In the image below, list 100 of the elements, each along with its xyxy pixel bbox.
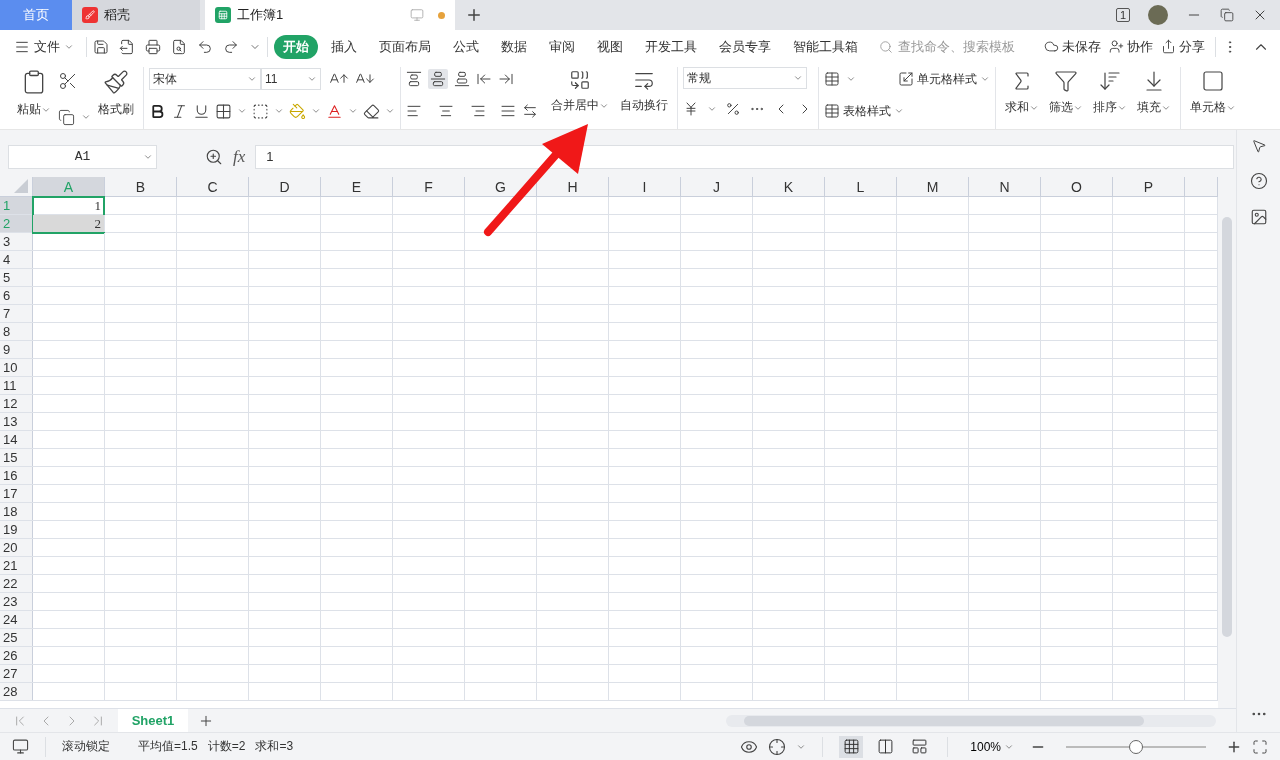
ribbon-tool-button[interactable]: 填充	[1133, 67, 1175, 118]
row-header[interactable]: 28	[0, 683, 33, 700]
picture-tool-icon[interactable]	[1249, 208, 1268, 226]
zoom-slider-thumb[interactable]	[1129, 739, 1143, 754]
cloud-icon[interactable]	[1044, 39, 1059, 54]
align-top-icon[interactable]	[406, 71, 422, 87]
align-right-icon[interactable]	[470, 103, 486, 119]
scissors-icon[interactable]	[58, 71, 78, 91]
zoom-level[interactable]: 100%	[964, 738, 1020, 755]
row-header[interactable]: 22	[0, 575, 33, 592]
table-cell[interactable]: 2	[33, 215, 104, 232]
row-header[interactable]: 3	[0, 233, 33, 250]
row-header[interactable]: 11	[0, 377, 33, 394]
row-header[interactable]: 14	[0, 431, 33, 448]
ribbon-tab[interactable]: 页面布局	[370, 34, 440, 59]
align-middle-icon[interactable]	[430, 71, 446, 87]
column-header[interactable]: G	[465, 177, 537, 196]
align-left-icon[interactable]	[406, 103, 422, 119]
cell-icon[interactable]	[1201, 69, 1225, 93]
bold-icon[interactable]	[149, 102, 166, 120]
normal-view-button[interactable]	[839, 735, 864, 758]
column-header[interactable]: O	[1041, 177, 1113, 196]
ribbon-tab[interactable]: 数据	[492, 34, 536, 59]
toolbar-action[interactable]: 分享	[1157, 37, 1209, 56]
underline-icon[interactable]	[193, 102, 210, 120]
export-icon[interactable]	[119, 38, 135, 55]
cells-button[interactable]: 单元格	[1186, 67, 1240, 118]
row-header[interactable]: 27	[0, 665, 33, 682]
ribbon-tool-button[interactable]: 筛选	[1045, 67, 1087, 118]
paintbrush-icon[interactable]	[103, 69, 129, 95]
row-header[interactable]: 4	[0, 251, 33, 268]
row-header[interactable]: 9	[0, 341, 33, 358]
redo-icon[interactable]	[223, 38, 239, 55]
ribbon-tab[interactable]: 会员专享	[710, 34, 780, 59]
cell-style-icon[interactable]	[898, 71, 914, 87]
font-size-field[interactable]: 11	[261, 68, 321, 90]
italic-icon[interactable]	[171, 102, 188, 120]
toolbar-action[interactable]: 协作	[1105, 37, 1157, 56]
add-user-icon[interactable]	[1109, 39, 1124, 54]
window-count[interactable]: 1	[1115, 8, 1130, 22]
fx-label[interactable]: fx	[233, 146, 246, 167]
font-color-icon[interactable]	[326, 102, 343, 120]
distribute-icon[interactable]	[522, 103, 538, 119]
row-header[interactable]: 20	[0, 539, 33, 556]
row-header[interactable]: 12	[0, 395, 33, 412]
column-header[interactable]: I	[609, 177, 681, 196]
percent-icon[interactable]	[725, 101, 741, 117]
ribbon-tab[interactable]: 审阅	[540, 34, 584, 59]
save-icon[interactable]	[93, 38, 109, 55]
row-header[interactable]: 13	[0, 413, 33, 430]
align-bottom-icon[interactable]	[454, 71, 470, 87]
zoom-icon[interactable]	[205, 147, 223, 166]
row-header[interactable]: 10	[0, 359, 33, 376]
share-icon[interactable]	[1161, 39, 1176, 54]
copy-icon[interactable]	[58, 108, 75, 126]
search-field[interactable]: 查找命令、搜索模板	[879, 38, 1028, 55]
avatar-icon[interactable]	[1148, 5, 1168, 25]
column-header[interactable]: H	[537, 177, 609, 196]
toolbar-action[interactable]: 未保存	[1040, 37, 1105, 56]
cell-format-icon[interactable]	[252, 102, 269, 120]
column-header[interactable]: N	[969, 177, 1041, 196]
row-header[interactable]: 17	[0, 485, 33, 502]
row-header[interactable]: 24	[0, 611, 33, 628]
ribbon-tab[interactable]: 视图	[588, 34, 632, 59]
ribbon-tool-button[interactable]: 排序	[1089, 67, 1131, 118]
filter-icon[interactable]	[1054, 69, 1078, 93]
number-format-field[interactable]: 常规	[683, 67, 807, 89]
row-header[interactable]: 25	[0, 629, 33, 646]
undo-icon[interactable]	[197, 38, 213, 55]
column-header[interactable]: E	[321, 177, 393, 196]
increase-indent-icon[interactable]	[498, 71, 514, 87]
ribbon-tab[interactable]: 智能工具箱	[784, 34, 867, 59]
column-header[interactable]: F	[393, 177, 465, 196]
new-tab-icon[interactable]	[465, 6, 483, 24]
row-header[interactable]: 23	[0, 593, 33, 610]
merge-cells-icon[interactable]	[569, 69, 591, 91]
column-header[interactable]: P	[1113, 177, 1185, 196]
document-tab[interactable]: 稻壳	[72, 0, 200, 30]
column-header[interactable]: M	[897, 177, 969, 196]
justify-icon[interactable]	[500, 103, 516, 119]
help-icon[interactable]	[1249, 172, 1268, 190]
fill-color-icon[interactable]	[289, 102, 306, 120]
horizontal-scrollbar[interactable]	[726, 714, 1216, 727]
align-center-icon[interactable]	[438, 103, 454, 119]
column-header[interactable]: C	[177, 177, 249, 196]
file-menu[interactable]: 文件	[10, 37, 80, 56]
column-header[interactable]: D	[249, 177, 321, 196]
column-header[interactable]: B	[105, 177, 177, 196]
print-preview-icon[interactable]	[171, 38, 187, 55]
decrease-indent-icon[interactable]	[476, 71, 492, 87]
row-header[interactable]: 26	[0, 647, 33, 664]
row-header[interactable]: 18	[0, 503, 33, 520]
column-header[interactable]: J	[681, 177, 753, 196]
formula-field[interactable]: 1	[255, 144, 1234, 169]
paste-button[interactable]: 粘贴	[13, 67, 55, 120]
name-box[interactable]: A1	[8, 144, 157, 169]
row-header[interactable]: 19	[0, 521, 33, 538]
merge-center-button[interactable]: 合并居中	[547, 67, 613, 116]
restore-icon[interactable]	[1220, 8, 1234, 22]
print-icon[interactable]	[145, 38, 161, 55]
